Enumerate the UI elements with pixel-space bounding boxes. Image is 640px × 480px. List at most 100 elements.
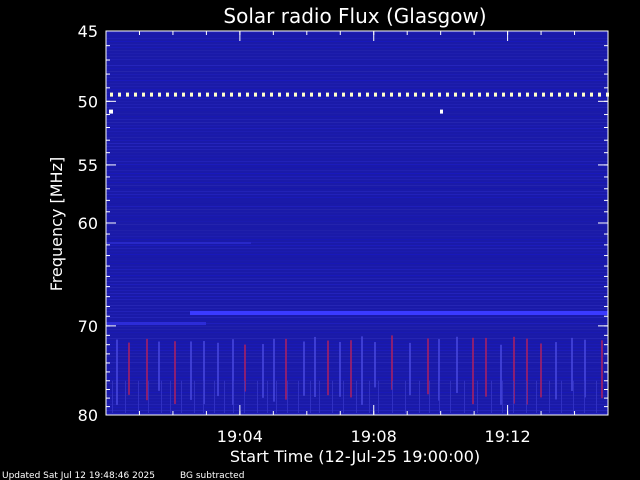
plot-area (105, 30, 609, 416)
interference-dot (358, 92, 361, 97)
spectrogram-background (106, 31, 608, 415)
spike (456, 336, 458, 393)
texture-line (106, 62, 608, 63)
spike-low (450, 380, 451, 413)
interference-dot (198, 92, 201, 97)
y-axis-label: Frequency [MHz] (47, 157, 66, 291)
spike (339, 341, 341, 397)
interference-dot (518, 92, 521, 97)
spike-low (573, 380, 574, 413)
spike (555, 342, 557, 400)
texture-line (106, 356, 608, 357)
spike-low (287, 380, 288, 413)
texture-line (106, 362, 608, 363)
texture-line (106, 335, 608, 336)
texture-line (106, 344, 608, 345)
interference-dot (390, 92, 393, 97)
spike-low (356, 380, 357, 413)
texture-line (106, 239, 608, 240)
spike-low (584, 380, 585, 413)
interference-dot (454, 92, 457, 97)
spike (158, 341, 160, 391)
interference-dot (254, 92, 257, 97)
texture-line (106, 164, 608, 165)
spike-low (194, 380, 195, 413)
interference-dot (206, 92, 209, 97)
texture-line (106, 332, 608, 333)
spike-low (181, 380, 182, 413)
texture-line (106, 347, 608, 348)
spike-low (244, 380, 245, 413)
texture-line (106, 305, 608, 306)
spike-low (233, 380, 234, 413)
y-tick-label: 45 (78, 22, 98, 41)
spike-low (332, 380, 333, 413)
interference-dot (486, 92, 489, 97)
texture-line (106, 182, 608, 183)
footer-updated: Updated Sat Jul 12 19:48:46 2025 (2, 471, 155, 480)
spike (374, 342, 376, 388)
texture-line (106, 266, 608, 267)
interference-dot (342, 92, 345, 97)
interference-dot (398, 92, 401, 97)
texture-line (106, 179, 608, 180)
texture-line (106, 359, 608, 360)
texture-line (106, 131, 608, 132)
spike-low (378, 380, 379, 413)
interference-dot (190, 92, 193, 97)
y-tick-label: 80 (78, 406, 98, 425)
interference-dot (350, 92, 353, 97)
spike (146, 338, 148, 401)
interference-dot (558, 92, 561, 97)
texture-line (106, 56, 608, 57)
interference-dot (278, 92, 281, 97)
interference-dot (230, 92, 233, 97)
interference-dot (414, 92, 417, 97)
horizontal-band-upper (106, 242, 251, 244)
texture-line (106, 269, 608, 270)
texture-line (106, 308, 608, 309)
spike (128, 342, 130, 395)
spike-low (502, 380, 503, 413)
spike-low (276, 380, 277, 413)
spike (327, 340, 329, 396)
interference-dot (462, 92, 465, 97)
texture-line (106, 107, 608, 108)
spike-low (298, 380, 299, 413)
interference-dot (326, 92, 329, 97)
spike (116, 339, 118, 405)
texture-line (106, 206, 608, 207)
texture-line (106, 278, 608, 279)
texture-line (106, 230, 608, 231)
texture-line (106, 152, 608, 153)
x-tick-label: 19:04 (217, 427, 263, 446)
texture-line (106, 353, 608, 354)
texture-line (106, 125, 608, 126)
texture-line (106, 209, 608, 210)
texture-line (106, 140, 608, 141)
y-tick-label: 60 (78, 214, 98, 233)
texture-line (106, 302, 608, 303)
texture-line (106, 32, 608, 33)
spike (174, 341, 176, 404)
texture-line (106, 290, 608, 291)
texture-line (106, 338, 608, 339)
spike-low (561, 380, 562, 413)
spike (262, 343, 264, 398)
texture-line (106, 272, 608, 273)
texture-line (106, 284, 608, 285)
interference-dot (526, 92, 529, 97)
texture-line (106, 176, 608, 177)
spike-low (161, 380, 162, 413)
texture-line (106, 224, 608, 225)
texture-line (106, 245, 608, 246)
interference-dot (438, 92, 441, 97)
spike-low (214, 380, 215, 413)
spike-low (429, 380, 430, 413)
texture-line (106, 374, 608, 375)
interference-dot (174, 92, 177, 97)
texture-line (106, 212, 608, 213)
texture-line (106, 236, 608, 237)
interference-dot (158, 92, 161, 97)
interference-dot (440, 109, 443, 114)
